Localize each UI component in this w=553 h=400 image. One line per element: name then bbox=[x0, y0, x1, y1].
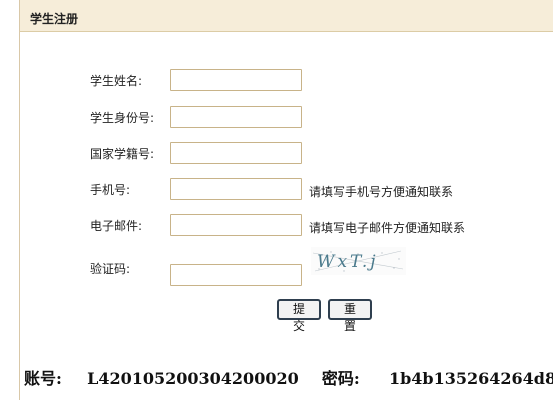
student-id-input[interactable] bbox=[170, 106, 302, 128]
national-student-number-label: 国家学籍号: bbox=[90, 147, 155, 161]
panel-header: 学生注册 bbox=[19, 0, 553, 32]
captcha-text: WxT.j bbox=[317, 252, 379, 272]
credentials-line: 账号: L420105200304200020 密码: 1b4b13526426… bbox=[24, 365, 553, 389]
phone-hint: 请填写手机号方便通知联系 bbox=[309, 185, 454, 199]
account-value: L420105200304200020 bbox=[87, 369, 299, 388]
email-label: 电子邮件: bbox=[90, 219, 143, 233]
email-input[interactable] bbox=[170, 214, 302, 236]
captcha-image[interactable]: WxT.j bbox=[311, 247, 406, 275]
student-id-label: 学生身份号: bbox=[90, 111, 155, 125]
reset-button[interactable]: 重 置 bbox=[328, 299, 372, 333]
phone-input[interactable] bbox=[170, 178, 302, 200]
student-name-label: 学生姓名: bbox=[90, 74, 143, 88]
phone-label: 手机号: bbox=[90, 183, 131, 197]
account-label: 账号: bbox=[24, 369, 62, 388]
password-label: 密码: bbox=[321, 369, 360, 388]
password-value: 1b4b135264264d87 bbox=[388, 369, 553, 388]
captcha-label: 验证码: bbox=[90, 262, 131, 276]
email-hint: 请填写电子邮件方便通知联系 bbox=[309, 221, 466, 235]
panel-title: 学生注册 bbox=[30, 12, 79, 26]
national-student-number-input[interactable] bbox=[170, 142, 302, 164]
submit-button[interactable]: 提 交 bbox=[277, 299, 321, 333]
registration-panel bbox=[19, 0, 553, 400]
student-name-input[interactable] bbox=[170, 69, 302, 91]
captcha-input[interactable] bbox=[170, 264, 302, 286]
